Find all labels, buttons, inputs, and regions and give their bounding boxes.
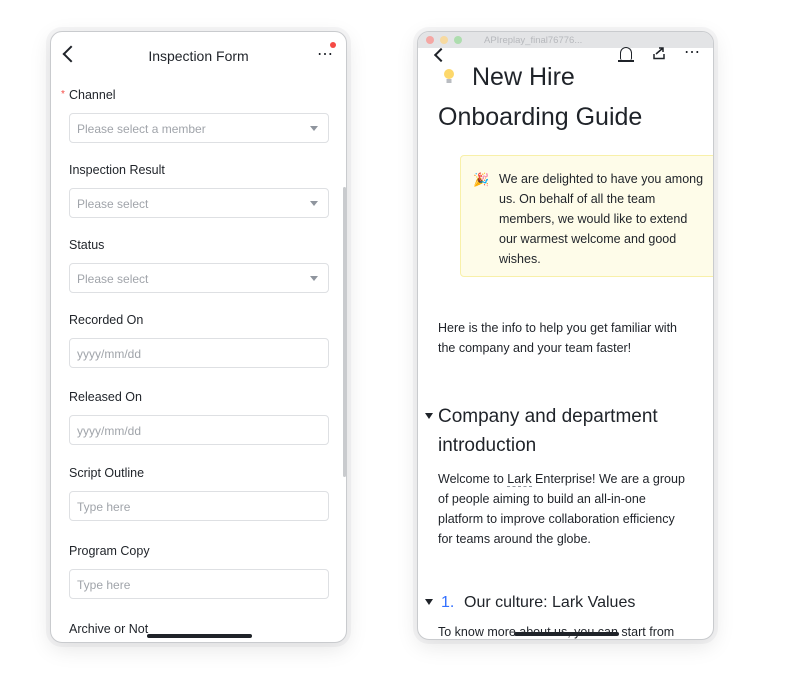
collapse-triangle-icon[interactable] <box>425 413 433 419</box>
script-outline-input[interactable]: Type here <box>69 491 329 521</box>
bell-icon[interactable] <box>618 47 634 62</box>
share-icon[interactable] <box>652 46 666 60</box>
intro-line: Here is the info to help you get familia… <box>438 321 678 335</box>
intro-line: the company and your team faster! <box>438 341 632 355</box>
script-outline-placeholder: Type here <box>77 500 131 514</box>
home-indicator[interactable] <box>147 634 252 638</box>
window-close-dot <box>426 36 434 44</box>
status-label: Status <box>69 238 105 252</box>
channel-label: Channel <box>69 88 116 102</box>
inspection-result-placeholder: Please select <box>77 197 149 211</box>
callout-line: wishes. <box>499 252 541 266</box>
welcome-callout: 🎉 We are delighted to have you among us.… <box>460 155 713 277</box>
subsection-heading: Our culture: Lark Values <box>464 594 636 611</box>
window-minimize-dot <box>440 36 448 44</box>
section-body-line: for teams around the globe. <box>438 532 591 546</box>
collapse-triangle-icon[interactable] <box>425 599 433 605</box>
page-title: Inspection Form <box>148 48 249 64</box>
recorded-on-placeholder: yyyy/mm/dd <box>77 347 142 361</box>
callout-line: our warmest welcome and good <box>499 232 677 246</box>
archive-or-not-label: Archive or Not <box>69 622 149 636</box>
onboarding-doc-screen: APIreplay_final76776... ⋯ New Hire Onboa… <box>417 31 714 640</box>
nav-bar: Inspection Form ⋯ <box>51 32 346 80</box>
inspection-result-label: Inspection Result <box>69 163 165 177</box>
party-popper-icon: 🎉 <box>473 172 490 187</box>
doc-title-line2: Onboarding Guide <box>438 103 643 131</box>
caret-down-icon <box>310 276 318 281</box>
lightbulb-icon <box>444 69 454 83</box>
subsection-number: 1. <box>441 594 455 611</box>
section-body-line: of people aiming to build an all-in-one <box>438 492 646 506</box>
notification-dot <box>330 42 336 48</box>
back-icon[interactable] <box>433 47 449 63</box>
section-heading-line1: Company and department <box>438 406 658 427</box>
program-copy-input[interactable]: Type here <box>69 569 329 599</box>
caret-down-icon <box>310 201 318 206</box>
callout-line: We are delighted to have you among <box>499 172 704 186</box>
recorded-on-label: Recorded On <box>69 313 144 327</box>
doc-title-line1: New Hire <box>472 63 575 91</box>
section-body-rest: Enterprise! We are a group <box>531 472 685 486</box>
section-body-line: platform to improve collaboration effici… <box>438 512 675 526</box>
required-mark: * <box>61 89 65 100</box>
released-on-placeholder: yyyy/mm/dd <box>77 424 142 438</box>
section-body-line: Welcome to Lark Enterprise! We are a gro… <box>438 472 685 487</box>
callout-line: us. On behalf of all the team <box>499 192 656 206</box>
status-select[interactable]: Please select <box>69 263 329 293</box>
lark-link[interactable]: Lark <box>507 472 532 487</box>
scrollbar[interactable] <box>343 187 346 477</box>
channel-select[interactable]: Please select a member <box>69 113 329 143</box>
inspection-form-screen: Inspection Form ⋯ * Channel Please selec… <box>50 31 347 643</box>
window-strip: APIreplay_final76776... <box>418 32 713 48</box>
caret-down-icon <box>310 126 318 131</box>
window-zoom-dot <box>454 36 462 44</box>
file-name: APIreplay_final76776... <box>484 35 583 46</box>
program-copy-placeholder: Type here <box>77 578 131 592</box>
released-on-date-input[interactable]: yyyy/mm/dd <box>69 415 329 445</box>
script-outline-label: Script Outline <box>69 466 145 480</box>
home-indicator[interactable] <box>514 632 619 636</box>
status-placeholder: Please select <box>77 272 149 286</box>
section-body-prefix: Welcome to <box>438 472 508 486</box>
channel-placeholder: Please select a member <box>77 122 206 136</box>
more-icon[interactable]: ⋯ <box>684 42 701 62</box>
inspection-result-select[interactable]: Please select <box>69 188 329 218</box>
section-heading-line2: introduction <box>438 435 537 456</box>
program-copy-label: Program Copy <box>69 544 150 558</box>
callout-line: members, we would like to extend <box>499 212 688 226</box>
released-on-label: Released On <box>69 390 142 404</box>
recorded-on-date-input[interactable]: yyyy/mm/dd <box>69 338 329 368</box>
